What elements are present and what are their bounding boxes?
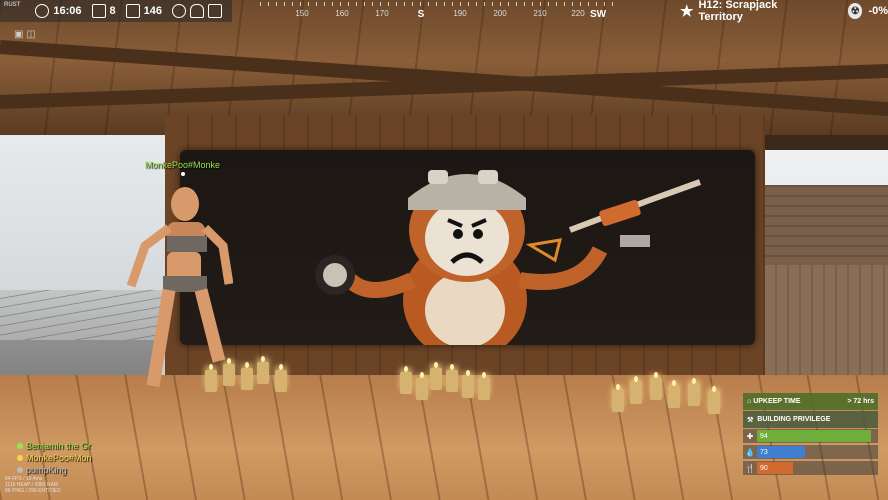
performance-stats: 64 FPS / 10.4ms 1116 HEAP / 4383 RAM 88 … <box>5 476 61 494</box>
hammer-icon: ⚒ <box>747 416 754 424</box>
upkeep-value: > 72 hrs <box>847 398 874 405</box>
upkeep-row: ⌂ UPKEEP TIME > 72 hrs <box>743 393 878 410</box>
vehicle-icon <box>125 4 140 18</box>
compass-label: 160 <box>335 9 349 18</box>
star-icon: ★ <box>680 3 694 20</box>
compass-label: 210 <box>533 9 547 18</box>
game-logo: RUST <box>4 2 31 20</box>
upkeep-label-wrap: ⌂ UPKEEP TIME <box>747 398 801 405</box>
status-panel: ⌂ UPKEEP TIME > 72 hrs ⚒ BUILDING PRIVIL… <box>743 393 878 477</box>
player-marker <box>181 172 185 176</box>
radiation-icon: ☢ <box>848 3 863 19</box>
clock-icon <box>35 4 50 18</box>
hydration-row: 💧 73 <box>743 445 878 459</box>
team-chat-icon[interactable]: ▣ ◫ <box>14 29 36 40</box>
compass-label: 150 <box>295 9 309 18</box>
team-member: MonkePoo#Mon <box>17 452 92 464</box>
compass-label-south: S <box>417 9 425 20</box>
hud-tools <box>172 4 222 18</box>
grid-location: H12: Scrapjack Territory <box>698 0 778 23</box>
compass-ticks <box>260 2 620 6</box>
vehicle-count: 146 <box>143 5 162 17</box>
team-member-name: MonkePoo#Mon <box>26 453 92 463</box>
team-status-dot <box>17 443 23 449</box>
health-row: ✚ 94 <box>743 429 878 443</box>
team-status-dot <box>17 467 23 473</box>
food-icon: 🍴 <box>745 463 755 473</box>
compass-label: 190 <box>453 9 467 18</box>
hud-top-right: ★ H12: Scrapjack Territory ☢ -0% <box>680 0 888 23</box>
compass-label: 220 <box>571 9 585 18</box>
compass-label: 200 <box>493 9 507 18</box>
health-icon: ✚ <box>746 431 754 441</box>
compass-bar: 150 160 170 S 190 200 210 220 SW <box>260 0 620 22</box>
team-member-name: pumpKing <box>26 465 67 475</box>
player-character <box>126 187 233 388</box>
team-list: Benjamin the Gr MonkePoo#Mon pumpKing <box>17 440 92 476</box>
monkey-painting-banner <box>180 150 755 345</box>
team-member: pumpKing <box>17 464 92 476</box>
food-bar: 90 <box>757 462 793 474</box>
clock-display: 16:06 <box>35 4 82 18</box>
player-nametag: MonkePoo#Monke <box>145 160 221 170</box>
hazmat-icon[interactable] <box>190 4 204 18</box>
upkeep-label: UPKEEP TIME <box>753 398 801 405</box>
monkey-painting <box>315 170 702 345</box>
compass-label: 170 <box>375 9 389 18</box>
compass-label-southwest: SW <box>589 9 607 20</box>
distant-roof <box>765 185 888 265</box>
health-bar: 94 <box>757 430 871 442</box>
person-icon <box>91 4 106 18</box>
building-privilege-row: ⚒ BUILDING PRIVILEGE <box>743 411 878 428</box>
food-row: 🍴 90 <box>743 461 878 475</box>
vehicle-count-display: 146 <box>125 4 162 18</box>
game-logo-text: RUST <box>4 2 21 8</box>
building-privilege-label: BUILDING PRIVILEGE <box>757 416 831 423</box>
crosshair-icon[interactable] <box>172 4 186 18</box>
health-value: 94 <box>760 432 768 440</box>
ping-readout: 88 PING / 299 ENTITIES <box>5 488 61 494</box>
water-drop-icon: 💧 <box>745 447 755 457</box>
team-count: 8 <box>109 5 116 17</box>
map-icon[interactable] <box>208 4 222 18</box>
radiation-value: -0% <box>868 5 888 17</box>
team-count-display: 8 <box>91 4 116 18</box>
hydration-value: 73 <box>760 448 768 456</box>
food-value: 90 <box>760 464 768 472</box>
clock-time: 16:06 <box>53 5 82 17</box>
hydration-bar: 73 <box>757 446 805 458</box>
team-status-dot <box>17 455 23 461</box>
team-member: Benjamin the Gr <box>17 440 92 452</box>
distant-wall <box>765 265 888 380</box>
team-member-name: Benjamin the Gr <box>26 441 92 451</box>
hud-top-left: RUST 16:06 8 146 <box>0 0 232 22</box>
